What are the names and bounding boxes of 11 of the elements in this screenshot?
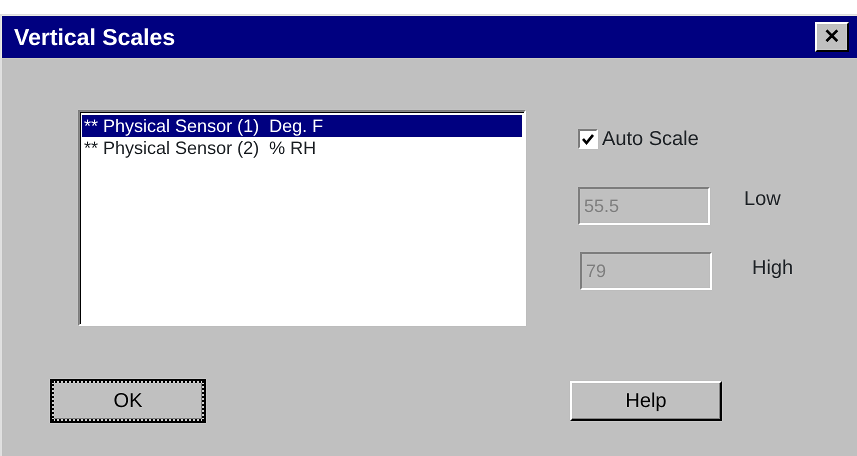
help-button[interactable]: Help <box>570 381 722 421</box>
window-title: Vertical Scales <box>14 22 176 52</box>
field-label: Low <box>744 187 781 212</box>
checkbox-label[interactable]: Auto Scale <box>602 124 699 154</box>
ok-button[interactable]: OK <box>52 381 204 421</box>
auto-scale-checkbox[interactable] <box>578 129 598 149</box>
check-icon <box>581 132 595 146</box>
field-label: High <box>752 256 794 281</box>
list-item[interactable]: ** Physical Sensor (2) % RH <box>82 137 522 159</box>
close-button[interactable]: ✕ <box>815 22 849 52</box>
list-item[interactable]: ** Physical Sensor (1) Deg. F <box>82 115 522 137</box>
